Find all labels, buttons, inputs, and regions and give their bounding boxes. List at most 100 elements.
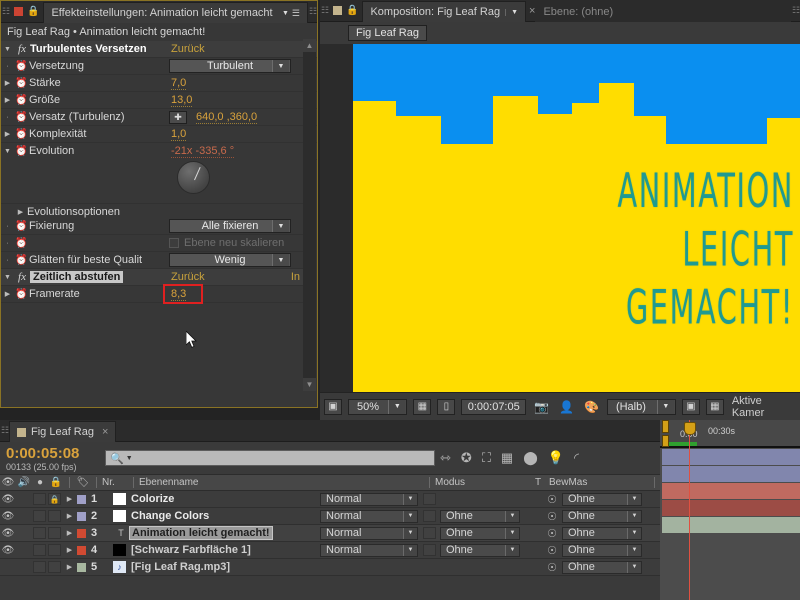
solo-toggle[interactable]	[33, 527, 46, 539]
disclosure-triangle-icon[interactable]	[1, 79, 14, 87]
timeline-ruler[interactable]: 00:30s 0:00	[660, 420, 800, 448]
column-header-number[interactable]: Nr.	[102, 477, 128, 488]
chevron-down-icon[interactable]: ▼	[272, 60, 289, 72]
chevron-down-icon[interactable]: ▼	[627, 527, 641, 539]
chevron-down-icon[interactable]: ▼	[403, 544, 417, 556]
disclosure-triangle-icon[interactable]	[1, 274, 14, 281]
property-row-staerke[interactable]: ⏰ Stärke 7,0	[1, 75, 317, 92]
layer-name[interactable]: [Fig Leaf Rag.mp3]	[131, 561, 230, 573]
disclosure-triangle-icon[interactable]	[1, 148, 14, 155]
chevron-down-icon[interactable]: ▼	[627, 544, 641, 556]
parent-select[interactable]: Ohne ▼	[562, 560, 642, 574]
stopwatch-icon[interactable]: ⏰	[14, 255, 29, 266]
t-toggle[interactable]	[423, 493, 436, 505]
brainstorm-icon[interactable]: 💡	[543, 450, 569, 466]
resolution-select[interactable]: (Halb) ▼	[606, 398, 676, 415]
chevron-down-icon[interactable]: ▼	[272, 220, 289, 232]
parent-pickwhip-icon[interactable]: ☉	[543, 544, 561, 557]
disclosure-triangle-icon[interactable]	[1, 96, 14, 104]
effect-header-turbulentes-versetzen[interactable]: fx Turbulentes Versetzen Zurück In	[1, 41, 317, 58]
dropdown-glaetten[interactable]: Wenig ▼	[169, 253, 291, 267]
motion-blur-icon[interactable]: ⛶	[477, 450, 496, 466]
disclosure-triangle-icon[interactable]	[63, 529, 76, 537]
stopwatch-icon[interactable]: ⏰	[14, 112, 29, 123]
eye-icon[interactable]: 👁	[0, 511, 16, 522]
property-row-framerate[interactable]: ⏰ Framerate 8,3	[1, 286, 304, 303]
live-update-icon[interactable]: ⇿	[435, 450, 456, 466]
chevron-down-icon[interactable]: ▼	[627, 493, 641, 505]
layer-name[interactable]: Animation leicht gemacht!	[129, 526, 273, 540]
disclosure-triangle-icon[interactable]	[1, 130, 14, 138]
property-value[interactable]: 13,0	[171, 94, 193, 107]
property-row-versetzung[interactable]: · ⏰ Versetzung Turbulent ▼	[1, 58, 317, 75]
panel-grip-icon[interactable]: ☷	[0, 420, 9, 441]
draft-3d-icon[interactable]: ✪	[456, 450, 477, 466]
chevron-down-icon[interactable]: ▼	[505, 527, 519, 539]
property-row-glaetten[interactable]: · ⏰ Glätten für beste Qualit Wenig ▼	[1, 252, 304, 269]
channel-rgb-icon[interactable]: 🎨	[582, 400, 601, 414]
effect-info-link[interactable]: In	[291, 271, 300, 283]
parent-pickwhip-icon[interactable]: ☉	[543, 527, 561, 540]
chevron-down-icon[interactable]: ▼	[505, 8, 518, 16]
tab-effect-controls[interactable]: Effekteinstellungen: Animation leicht ge…	[43, 2, 308, 23]
solo-toggle[interactable]	[33, 544, 46, 556]
parent-select[interactable]: Ohne ▼	[562, 492, 642, 506]
always-preview-icon[interactable]: ▣	[324, 398, 342, 415]
disclosure-triangle-icon[interactable]	[1, 290, 14, 298]
blend-mode-select[interactable]: Normal ▼	[320, 492, 418, 506]
parent-pickwhip-icon[interactable]: ☉	[543, 510, 561, 523]
property-value[interactable]: 7,0	[171, 77, 187, 90]
layer-bar[interactable]	[662, 483, 800, 499]
composition-canvas[interactable]: ANIMATION LEICHT GEMACHT!	[353, 44, 800, 392]
chevron-down-icon[interactable]: ▼	[505, 510, 519, 522]
eye-icon[interactable]: 👁	[0, 528, 16, 539]
stopwatch-icon[interactable]: ⏰	[14, 129, 29, 140]
parent-select[interactable]: Ohne ▼	[562, 526, 642, 540]
chevron-down-icon[interactable]: ▼	[403, 510, 417, 522]
current-time-indicator[interactable]	[689, 420, 690, 600]
label-color-swatch[interactable]	[77, 562, 86, 572]
disclosure-triangle-icon[interactable]	[63, 495, 76, 503]
track-matte-select[interactable]: Ohne ▼	[440, 543, 520, 557]
frame-blend-icon[interactable]: ▦	[496, 450, 518, 466]
region-of-interest-icon[interactable]: ▯	[437, 398, 456, 415]
stopwatch-icon[interactable]: ⏰	[14, 61, 29, 72]
label-color-swatch[interactable]	[77, 545, 86, 555]
property-value[interactable]: -21x -335,6 °	[171, 145, 235, 158]
label-color-swatch[interactable]	[77, 528, 86, 538]
stopwatch-icon[interactable]: ⏰	[14, 221, 29, 232]
angle-dial-control[interactable]	[177, 161, 210, 194]
tab-layer[interactable]: Ebene: (ohne)	[535, 1, 791, 22]
scroll-up-icon[interactable]: ▲	[303, 39, 316, 52]
disclosure-triangle-icon[interactable]	[14, 208, 27, 216]
property-value[interactable]: 1,0	[171, 128, 187, 141]
label-color-swatch[interactable]	[77, 511, 86, 521]
solo-toggle[interactable]	[33, 510, 46, 522]
blend-mode-select[interactable]: Normal ▼	[320, 526, 418, 540]
column-header-mode[interactable]: Modus	[435, 477, 535, 488]
chevron-down-icon[interactable]: ▼	[403, 493, 417, 505]
stopwatch-icon[interactable]: ⏰	[14, 289, 29, 300]
solo-toggle[interactable]	[33, 561, 46, 573]
eye-icon[interactable]: 👁	[0, 494, 16, 505]
disclosure-triangle-icon[interactable]	[63, 546, 76, 554]
dropdown-versetzung[interactable]: Turbulent ▼	[169, 59, 291, 73]
composition-viewer[interactable]: ANIMATION LEICHT GEMACHT!	[320, 44, 800, 392]
parent-select[interactable]: Ohne ▼	[562, 543, 642, 557]
track-matte-select[interactable]: Ohne ▼	[440, 509, 520, 523]
lock-icon[interactable]: 🔒	[346, 5, 358, 16]
column-header-t[interactable]: T	[535, 477, 549, 488]
chevron-down-icon[interactable]: ▼	[388, 399, 406, 414]
lock-icon[interactable]: 🔒	[27, 6, 39, 17]
layer-bar[interactable]	[662, 500, 800, 516]
label-color-swatch[interactable]	[77, 494, 86, 504]
lock-toggle[interactable]	[48, 510, 61, 522]
layer-bar[interactable]	[662, 517, 800, 533]
shy-icon[interactable]: ⬤	[518, 450, 543, 466]
grid-guides-icon[interactable]: ▦	[413, 398, 432, 415]
chevron-down-icon[interactable]: ▼	[656, 399, 674, 414]
chevron-down-icon[interactable]: ▼	[126, 455, 133, 462]
work-area-start-handle[interactable]	[662, 420, 669, 433]
disclosure-triangle-icon[interactable]	[63, 512, 76, 520]
region-icon[interactable]: ▣	[681, 398, 700, 415]
